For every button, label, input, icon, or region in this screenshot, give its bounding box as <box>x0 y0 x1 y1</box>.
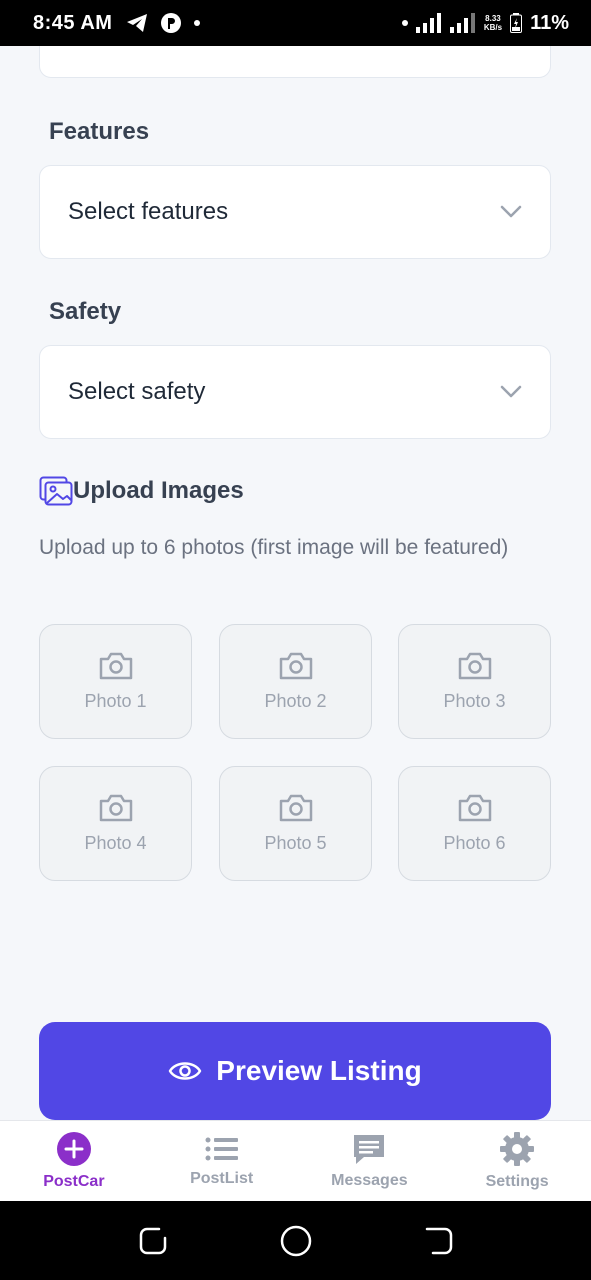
photo-slot-1[interactable]: Photo 1 <box>39 624 192 739</box>
nav-item-postcar[interactable]: PostCar <box>0 1121 148 1201</box>
bottom-nav: PostCar PostList Messages Settings <box>0 1120 591 1201</box>
features-select-value: Select features <box>68 198 229 225</box>
battery-percent: 11% <box>530 11 569 34</box>
status-right-icons: 8.33 KB/s 11% <box>401 11 569 35</box>
previous-field[interactable] <box>39 46 551 78</box>
more-notifications-dot <box>194 20 201 26</box>
network-speed-value: 8.33 <box>485 14 501 23</box>
signal-icon <box>415 13 441 33</box>
photo-slot-5[interactable]: Photo 5 <box>219 766 372 881</box>
photo-slot-2[interactable]: Photo 2 <box>219 624 372 739</box>
nav-item-settings[interactable]: Settings <box>443 1121 591 1201</box>
photo-slot-label: Photo 3 <box>443 691 506 711</box>
photo-slot-label: Photo 1 <box>84 691 147 711</box>
nav-label: PostList <box>190 1170 254 1187</box>
telegram-icon <box>127 14 148 32</box>
preview-listing-label: Preview Listing <box>216 1055 422 1086</box>
app-notification-icon <box>161 13 182 33</box>
safety-select[interactable]: Select safety <box>39 345 551 439</box>
photo-slot-label: Photo 6 <box>443 833 506 853</box>
camera-icon <box>458 652 491 680</box>
status-time: 8:45 AM <box>33 11 113 34</box>
photo-slot-6[interactable]: Photo 6 <box>398 766 551 881</box>
chevron-down-icon <box>500 201 522 223</box>
safety-select-value: Select safety <box>68 378 206 405</box>
list-icon <box>205 1137 238 1161</box>
signal-icon-2 <box>449 13 475 33</box>
network-speed: 8.33 KB/s <box>484 14 502 32</box>
camera-icon <box>279 794 312 822</box>
photo-slot-4[interactable]: Photo 4 <box>39 766 192 881</box>
nav-label: PostCar <box>43 1173 105 1190</box>
photo-slot-label: Photo 5 <box>264 833 327 853</box>
battery-icon <box>510 13 523 33</box>
nav-label: Messages <box>331 1172 408 1189</box>
photo-slot-3[interactable]: Photo 3 <box>398 624 551 739</box>
back-icon[interactable] <box>424 1226 454 1256</box>
chat-icon <box>354 1135 385 1164</box>
features-label: Features <box>49 118 150 145</box>
camera-icon <box>99 794 132 822</box>
status-bar: 8:45 AM 8.33 KB/s 11% <box>0 0 591 46</box>
gear-icon <box>500 1132 535 1166</box>
network-speed-unit: KB/s <box>483 23 503 32</box>
nav-label: Settings <box>485 1173 549 1190</box>
plus-circle-icon <box>56 1132 91 1166</box>
photo-slot-label: Photo 2 <box>264 691 327 711</box>
post-car-form[interactable]: Features Select features Safety Select s… <box>0 46 591 1120</box>
upload-hint: Upload up to 6 photos (first image will … <box>39 536 509 559</box>
recents-icon[interactable] <box>138 1226 168 1256</box>
nav-item-messages[interactable]: Messages <box>296 1121 444 1201</box>
camera-icon <box>279 652 312 680</box>
nav-item-postlist[interactable]: PostList <box>148 1121 296 1201</box>
upload-images-title: Upload Images <box>73 477 244 504</box>
preview-listing-button[interactable]: Preview Listing <box>39 1022 551 1120</box>
status-notification-icons <box>126 12 201 34</box>
photo-slot-label: Photo 4 <box>84 833 147 853</box>
status-dot <box>401 20 408 26</box>
home-icon[interactable] <box>280 1225 312 1257</box>
features-select[interactable]: Select features <box>39 165 551 259</box>
system-nav-bar <box>0 1201 591 1280</box>
camera-icon <box>99 652 132 680</box>
chevron-down-icon <box>500 381 522 403</box>
camera-icon <box>458 794 491 822</box>
upload-images-heading: Upload Images <box>39 476 244 506</box>
eye-icon <box>169 1062 202 1080</box>
images-icon <box>39 476 73 506</box>
safety-label: Safety <box>49 298 122 325</box>
